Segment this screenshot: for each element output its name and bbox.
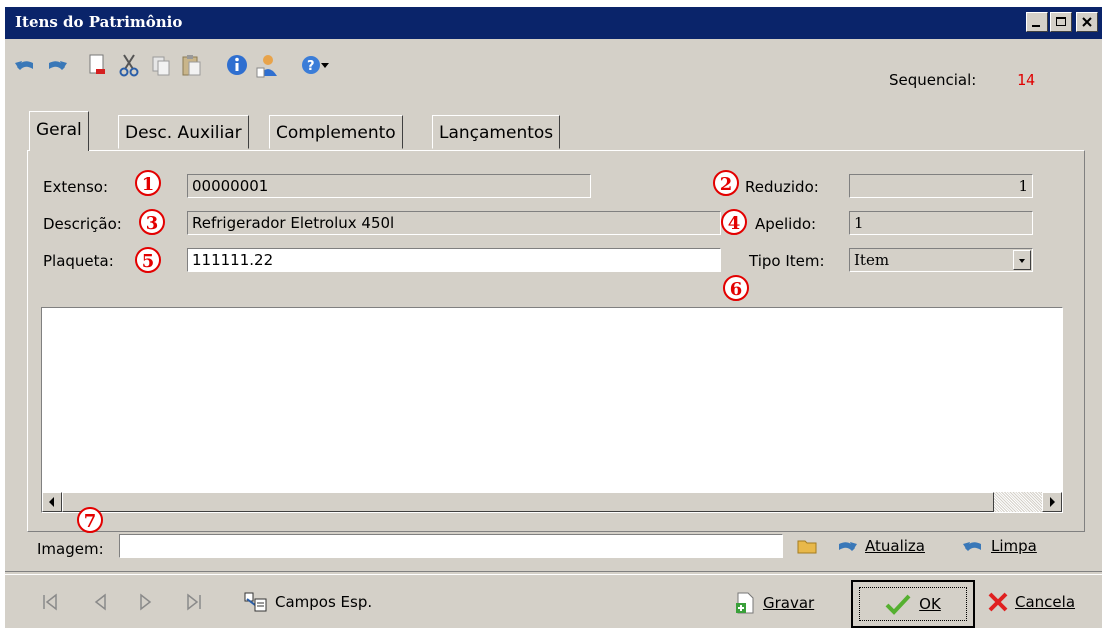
maximize-icon <box>1051 13 1071 31</box>
save-document-icon <box>736 592 754 614</box>
window-title: Itens do Patrimônio <box>15 13 183 31</box>
dropdown-arrow-icon[interactable] <box>317 51 333 79</box>
footer-divider <box>5 571 1102 575</box>
last-record-button[interactable] <box>181 589 207 615</box>
descricao-label: Descrição: <box>43 215 122 233</box>
reduzido-field[interactable]: 1 <box>849 174 1033 198</box>
open-folder-button[interactable] <box>797 537 819 555</box>
cancela-button[interactable]: Cancela <box>987 591 1075 613</box>
close-button[interactable] <box>1076 12 1098 32</box>
patrimonio-window: Itens do Patrimônio ? Sequencial: 14 Ger… <box>4 6 1102 628</box>
svg-text:?: ? <box>307 59 315 74</box>
user-icon[interactable] <box>253 51 281 79</box>
scroll-right-button[interactable] <box>1042 492 1062 512</box>
maximize-button[interactable] <box>1050 12 1072 32</box>
redo-icon[interactable] <box>43 51 71 79</box>
checkmark-icon <box>885 594 911 615</box>
ok-button-focus: OK <box>859 587 967 621</box>
callout-badge-7: 7 <box>77 507 103 533</box>
cancela-label: Cancela <box>1015 593 1076 611</box>
callout-badge-2: 2 <box>713 170 739 196</box>
callout-badge-1: 1 <box>135 170 161 196</box>
tipo-item-value: Item <box>854 251 890 269</box>
ok-label: OK <box>919 595 941 613</box>
gravar-button[interactable]: Gravar <box>735 591 814 615</box>
previous-record-icon <box>94 593 106 611</box>
reduzido-label: Reduzido: <box>745 178 819 196</box>
callout-badge-3: 3 <box>139 209 165 235</box>
minimize-icon <box>1027 13 1047 31</box>
descricao-field[interactable]: Refrigerador Eletrolux 450l <box>187 211 721 235</box>
atualiza-label: Atualiza <box>865 537 925 555</box>
previous-record-button[interactable] <box>87 589 113 615</box>
scroll-track[interactable] <box>994 492 1042 512</box>
horizontal-scrollbar[interactable] <box>42 492 1062 512</box>
sequencial-value: 14 <box>1017 71 1036 89</box>
campos-esp-label: Campos Esp. <box>275 593 373 611</box>
apelido-label: Apelido: <box>755 215 817 233</box>
imagem-field[interactable] <box>119 534 783 558</box>
refresh-icon <box>839 542 857 551</box>
title-bar[interactable]: Itens do Patrimônio <box>5 7 1102 39</box>
limpa-label: Limpa <box>991 537 1037 555</box>
copy-icon[interactable] <box>147 51 175 79</box>
callout-badge-4: 4 <box>721 209 747 235</box>
tab-complemento[interactable]: Complemento <box>269 115 403 149</box>
arrow-right-icon <box>1050 497 1055 507</box>
tab-geral[interactable]: Geral <box>29 111 89 151</box>
extenso-field[interactable]: 00000001 <box>187 174 591 198</box>
apelido-field[interactable]: 1 <box>849 211 1033 235</box>
next-record-button[interactable] <box>133 589 159 615</box>
ok-button[interactable]: OK <box>851 580 975 628</box>
next-record-icon <box>140 593 152 611</box>
extenso-label: Extenso: <box>43 178 109 196</box>
tipo-item-select[interactable]: Item <box>849 248 1033 272</box>
imagem-label: Imagem: <box>37 540 104 558</box>
special-fields-icon <box>244 592 267 612</box>
gravar-label: Gravar <box>763 594 815 612</box>
cut-icon[interactable] <box>115 51 143 79</box>
tipo-item-label: Tipo Item: <box>749 252 825 270</box>
campos-esp-button[interactable]: Campos Esp. <box>243 591 372 613</box>
plaqueta-field[interactable]: 111111.22 <box>187 248 721 272</box>
last-record-icon <box>187 593 201 611</box>
first-record-icon <box>43 593 57 611</box>
close-icon <box>1077 13 1097 31</box>
tab-desc-auxiliar[interactable]: Desc. Auxiliar <box>118 115 249 149</box>
undo-icon[interactable] <box>11 51 39 79</box>
plaqueta-label: Plaqueta: <box>43 252 114 270</box>
cancel-x-icon <box>988 592 1008 612</box>
tab-lancamentos[interactable]: Lançamentos <box>432 115 561 149</box>
folder-icon <box>797 540 817 554</box>
sequencial-label: Sequencial: <box>889 71 977 89</box>
scroll-left-button[interactable] <box>42 492 62 512</box>
atualiza-button[interactable]: Atualiza <box>835 537 925 555</box>
tipo-item-dropdown-button[interactable] <box>1013 250 1031 270</box>
callout-badge-5: 5 <box>135 247 161 273</box>
callout-badge-6: 6 <box>723 275 749 301</box>
limpa-button[interactable]: Limpa <box>961 537 1037 555</box>
clear-icon <box>963 542 981 551</box>
new-document-icon[interactable] <box>83 51 111 79</box>
arrow-left-icon <box>49 497 54 507</box>
first-record-button[interactable] <box>37 589 63 615</box>
paste-icon[interactable] <box>177 51 205 79</box>
minimize-button[interactable] <box>1026 12 1048 32</box>
scroll-thumb[interactable] <box>62 492 994 512</box>
info-icon[interactable] <box>223 51 251 79</box>
detail-area[interactable] <box>41 307 1063 513</box>
chevron-down-icon <box>1019 259 1025 263</box>
